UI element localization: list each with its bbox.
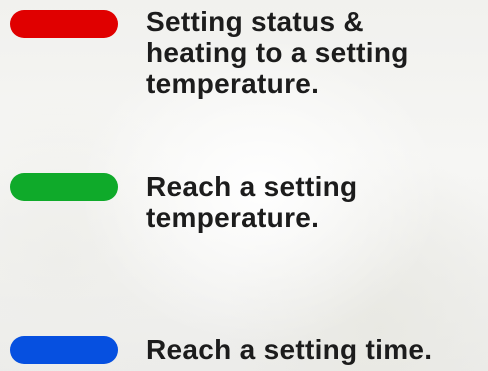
legend-label-reached-temperature: Reach a setting temperature. bbox=[146, 171, 358, 233]
legend-label-heating: Setting status & heating to a setting te… bbox=[146, 6, 409, 99]
red-indicator-swatch bbox=[10, 10, 118, 38]
blue-indicator-swatch bbox=[10, 336, 118, 364]
green-indicator-swatch bbox=[10, 173, 118, 201]
legend-label-reached-time: Reach a setting time. bbox=[146, 334, 433, 365]
